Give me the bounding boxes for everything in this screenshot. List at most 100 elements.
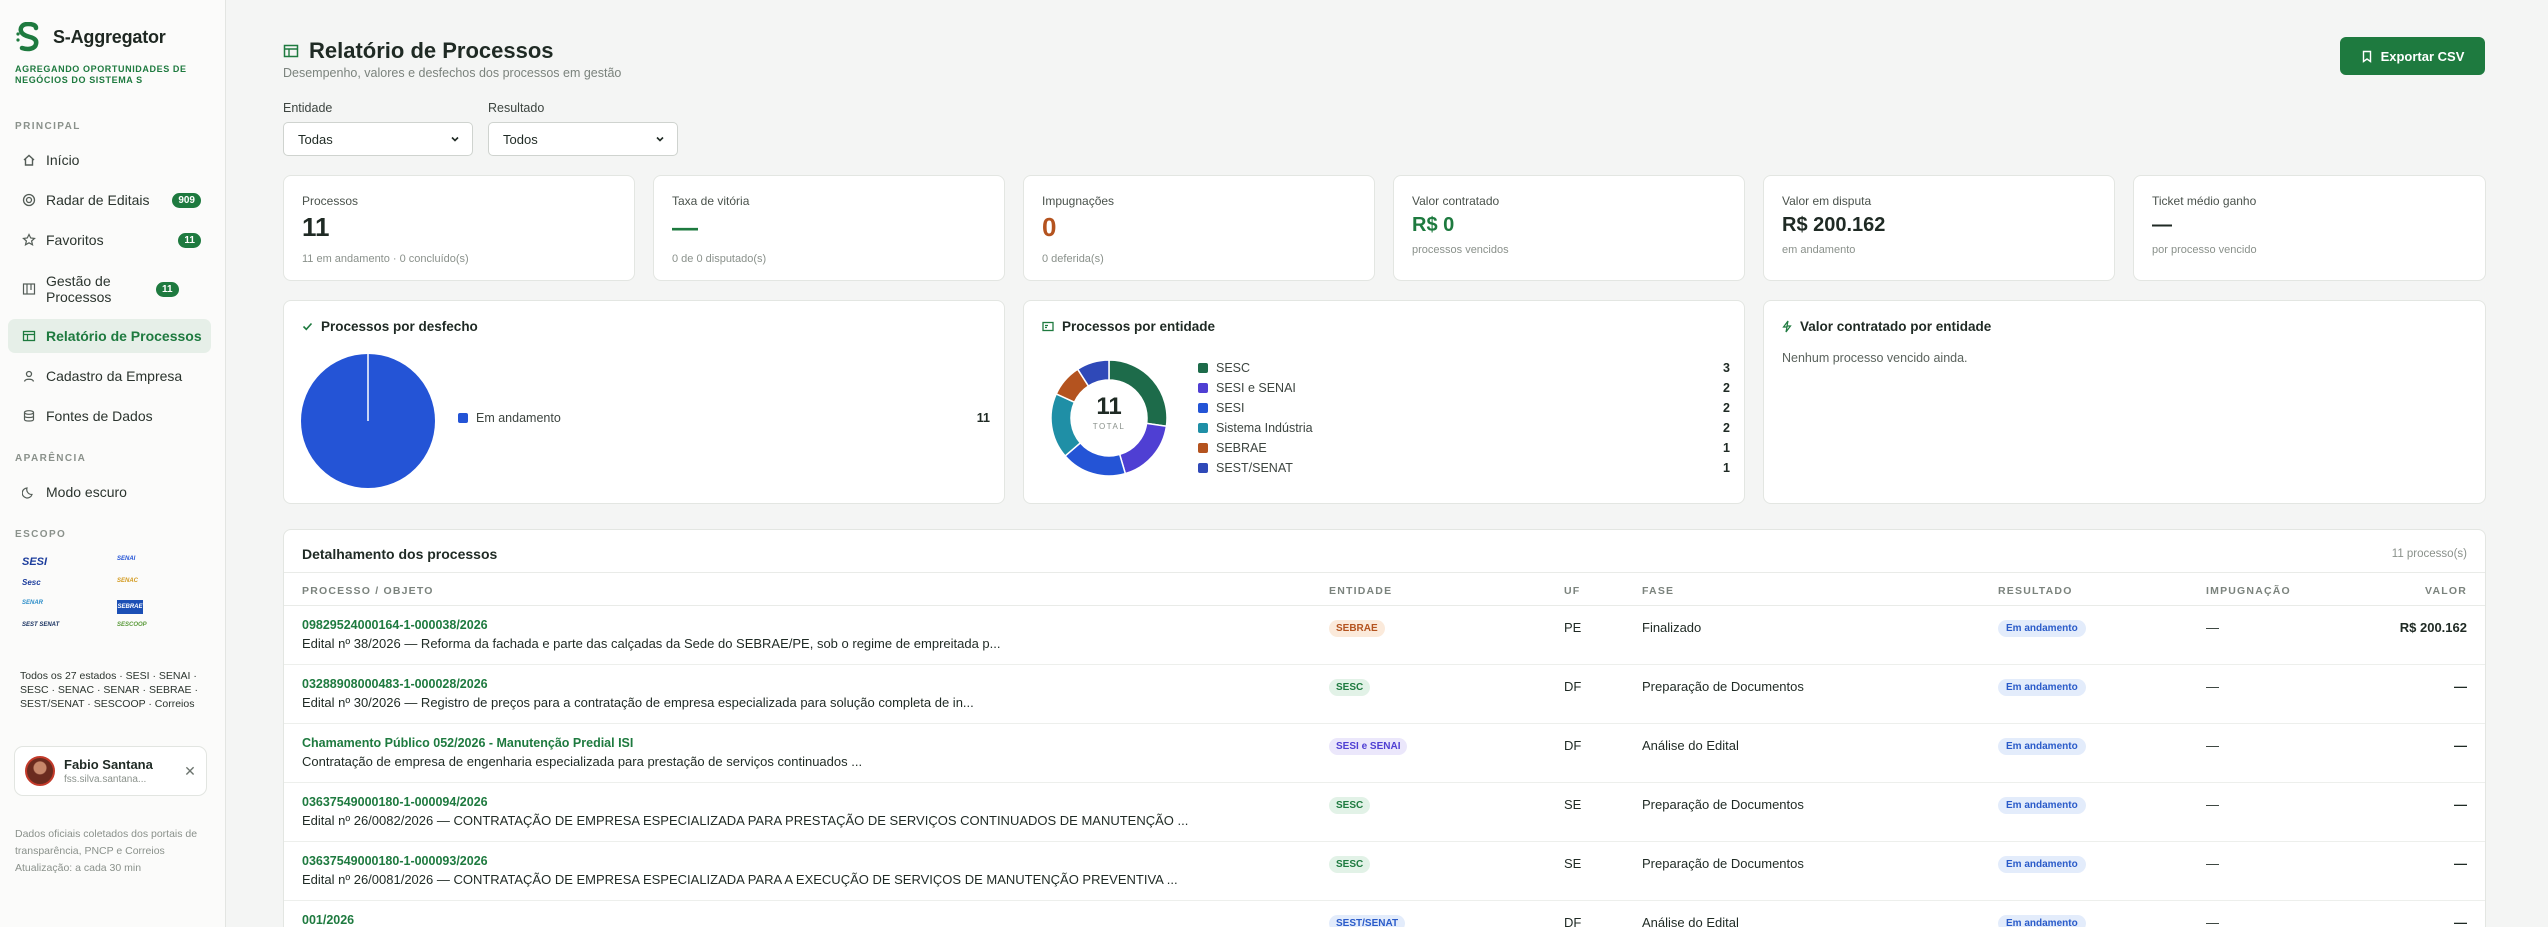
chevron-down-icon [656, 136, 664, 142]
legend-label: Sistema Indústria [1216, 421, 1313, 435]
sidebar-item-favoritos[interactable]: Favoritos 11 [8, 223, 211, 257]
legend-value: 11 [976, 411, 990, 425]
sidebar-item-relatorio[interactable]: Relatório de Processos [8, 319, 211, 353]
sidebar-item-radar[interactable]: Radar de Editais 909 [8, 183, 211, 217]
chevron-down-icon [451, 136, 459, 142]
kpi-sub: 0 deferida(s) [1042, 253, 1104, 265]
panel-value: Valor contratado por entidade Nenhum pro… [1763, 300, 2486, 504]
user-icon [22, 369, 36, 383]
table-row[interactable]: 03288908000483-1-000028/2026 Edital nº 30… [284, 665, 2485, 724]
panel-title-text: Processos por desfecho [321, 319, 478, 334]
kpi-value: 11 [302, 212, 330, 242]
impugnacao-cell: — [2206, 679, 2219, 694]
user-card[interactable]: Fabio Santana fss.silva.santana... ✕ [14, 746, 207, 796]
outcome-pie-chart [301, 354, 435, 488]
empty-state-text: Nenhum processo vencido ainda. [1782, 351, 1968, 365]
radar-icon [22, 193, 36, 207]
user-email: fss.silva.santana... [64, 774, 147, 785]
entity-select[interactable]: Todas [283, 122, 473, 156]
dark-mode-toggle[interactable]: Modo escuro [8, 475, 211, 509]
brand[interactable]: S-Aggregator [15, 22, 166, 52]
panel-title-text: Processos por entidade [1062, 319, 1216, 334]
entity-badge: SEBRAE [1329, 620, 1385, 637]
user-name: Fabio Santana [64, 757, 153, 772]
star-icon [22, 233, 36, 247]
process-id-link[interactable]: 03637549000180-1-000093/2026 [302, 854, 488, 868]
result-badge: Em andamento [1998, 679, 2086, 696]
col-header-uf: UF [1564, 585, 1581, 597]
kpi-label: Valor em disputa [1782, 194, 1872, 208]
table-row[interactable]: 03637549000180-1-000093/2026 Edital nº 26… [284, 842, 2485, 901]
process-id-link[interactable]: 03637549000180-1-000094/2026 [302, 795, 488, 809]
process-id-link[interactable]: 03288908000483-1-000028/2026 [302, 677, 488, 691]
export-csv-button[interactable]: Exportar CSV [2340, 37, 2485, 75]
uf-cell: DF [1564, 738, 1582, 753]
footer-update: Atualização: a cada 30 min [15, 862, 142, 874]
legend-swatch [1198, 463, 1208, 473]
col-header-impugnacao: IMPUGNAÇÃO [2206, 585, 2291, 597]
legend-label: SEBRAE [1216, 441, 1267, 455]
scope-logos: SESI SENAI Sesc SENAC SENAR SEBRAE SEST … [22, 556, 162, 636]
uf-cell: PE [1564, 620, 1582, 635]
process-description: Edital nº 26/0082/2026 — CONTRATAÇÃO DE … [302, 813, 1189, 828]
kpi-card-processos: Processos 11 11 em andamento · 0 concluí… [283, 175, 635, 281]
col-header-processo: PROCESSO / OBJETO [302, 585, 434, 597]
brand-logo-icon [16, 22, 39, 52]
table-title: Detalhamento dos processos [302, 546, 498, 562]
outcome-legend-item: Em andamento [458, 411, 561, 425]
col-header-entidade: ENTIDADE [1329, 585, 1393, 597]
legend-value: 1 [1723, 461, 1730, 475]
impugnacao-cell: — [2206, 797, 2219, 812]
board-icon [22, 282, 36, 296]
legend-swatch [1198, 403, 1208, 413]
filter-label-entidade: Entidade [283, 101, 333, 115]
sidebar-item-label: Radar de Editais [46, 192, 150, 208]
kpi-card-ticket-medio: Ticket médio ganho — por processo vencid… [2133, 175, 2486, 281]
uf-cell: SE [1564, 797, 1582, 812]
bookmark-icon [2362, 50, 2371, 63]
entity-legend-item: SESI e SENAI [1198, 381, 1296, 395]
sidebar-item-gestao[interactable]: Gestão de Processos 11 [8, 270, 211, 308]
logo-sest-senat: SEST SENAT [22, 622, 60, 628]
logo-sebrae: SEBRAE [117, 600, 143, 614]
table-row[interactable]: 001/2026 SEST/SENAT DF Análise do Edital Em … [284, 901, 2485, 927]
process-id-link[interactable]: Chamamento Público 052/2026 - Manutenção… [302, 736, 633, 750]
export-csv-label: Exportar CSV [2380, 48, 2465, 64]
phase-cell: Preparação de Documentos [1642, 797, 1804, 812]
sidebar-item-fontes[interactable]: Fontes de Dados [8, 399, 211, 433]
sidebar-item-label: Gestão de Processos [46, 273, 112, 305]
process-description: Edital nº 26/0081/2026 — CONTRATAÇÃO DE … [302, 872, 1178, 887]
sidebar-item-cadastro[interactable]: Cadastro da Empresa [8, 359, 211, 393]
avatar [25, 756, 55, 786]
page-title-text: Relatório de Processos [309, 38, 554, 63]
process-description: Contratação de empresa de engenharia esp… [302, 754, 863, 769]
result-select-value: Todos [503, 131, 538, 147]
page-title: Relatório de Processos [283, 38, 554, 64]
count-badge: 11 [156, 281, 179, 297]
count-badge: 909 [172, 192, 201, 208]
phase-cell: Preparação de Documentos [1642, 679, 1804, 694]
entity-badge: SESC [1329, 679, 1371, 696]
sidebar-item-label: Cadastro da Empresa [46, 368, 183, 384]
table-row[interactable]: 09829524000164-1-000038/2026 Edital nº 38… [284, 606, 2485, 665]
table-row[interactable]: Chamamento Público 052/2026 - Manutenção… [284, 724, 2485, 783]
table-row[interactable]: 03637549000180-1-000094/2026 Edital nº 26… [284, 783, 2485, 842]
value-cell: — [2454, 915, 2467, 927]
sidebar-item-inicio[interactable]: Início [8, 143, 211, 177]
brand-tagline: AGREGANDO OPORTUNIDADES DE NEGÓCIOS DO S… [15, 64, 187, 85]
donut-total-value: 11 [1096, 393, 1122, 420]
uf-cell: DF [1564, 679, 1582, 694]
legend-label: SESI e SENAI [1216, 381, 1296, 395]
logo-sescoop: SESCOOP [117, 622, 147, 628]
kpi-card-impugnacoes: Impugnações 0 0 deferida(s) [1023, 175, 1375, 281]
process-id-link[interactable]: 001/2026 [302, 913, 354, 927]
legend-label: SESC [1216, 361, 1251, 375]
result-select[interactable]: Todos [488, 122, 678, 156]
footer-source: Dados oficiais coletados dos portais de … [15, 828, 198, 857]
logout-close-icon[interactable]: ✕ [180, 763, 200, 780]
sidebar-item-label: Início [46, 152, 80, 168]
legend-value: 2 [1723, 381, 1730, 395]
impugnacao-cell: — [2206, 620, 2219, 635]
result-badge: Em andamento [1998, 738, 2086, 755]
process-id-link[interactable]: 09829524000164-1-000038/2026 [302, 618, 488, 632]
